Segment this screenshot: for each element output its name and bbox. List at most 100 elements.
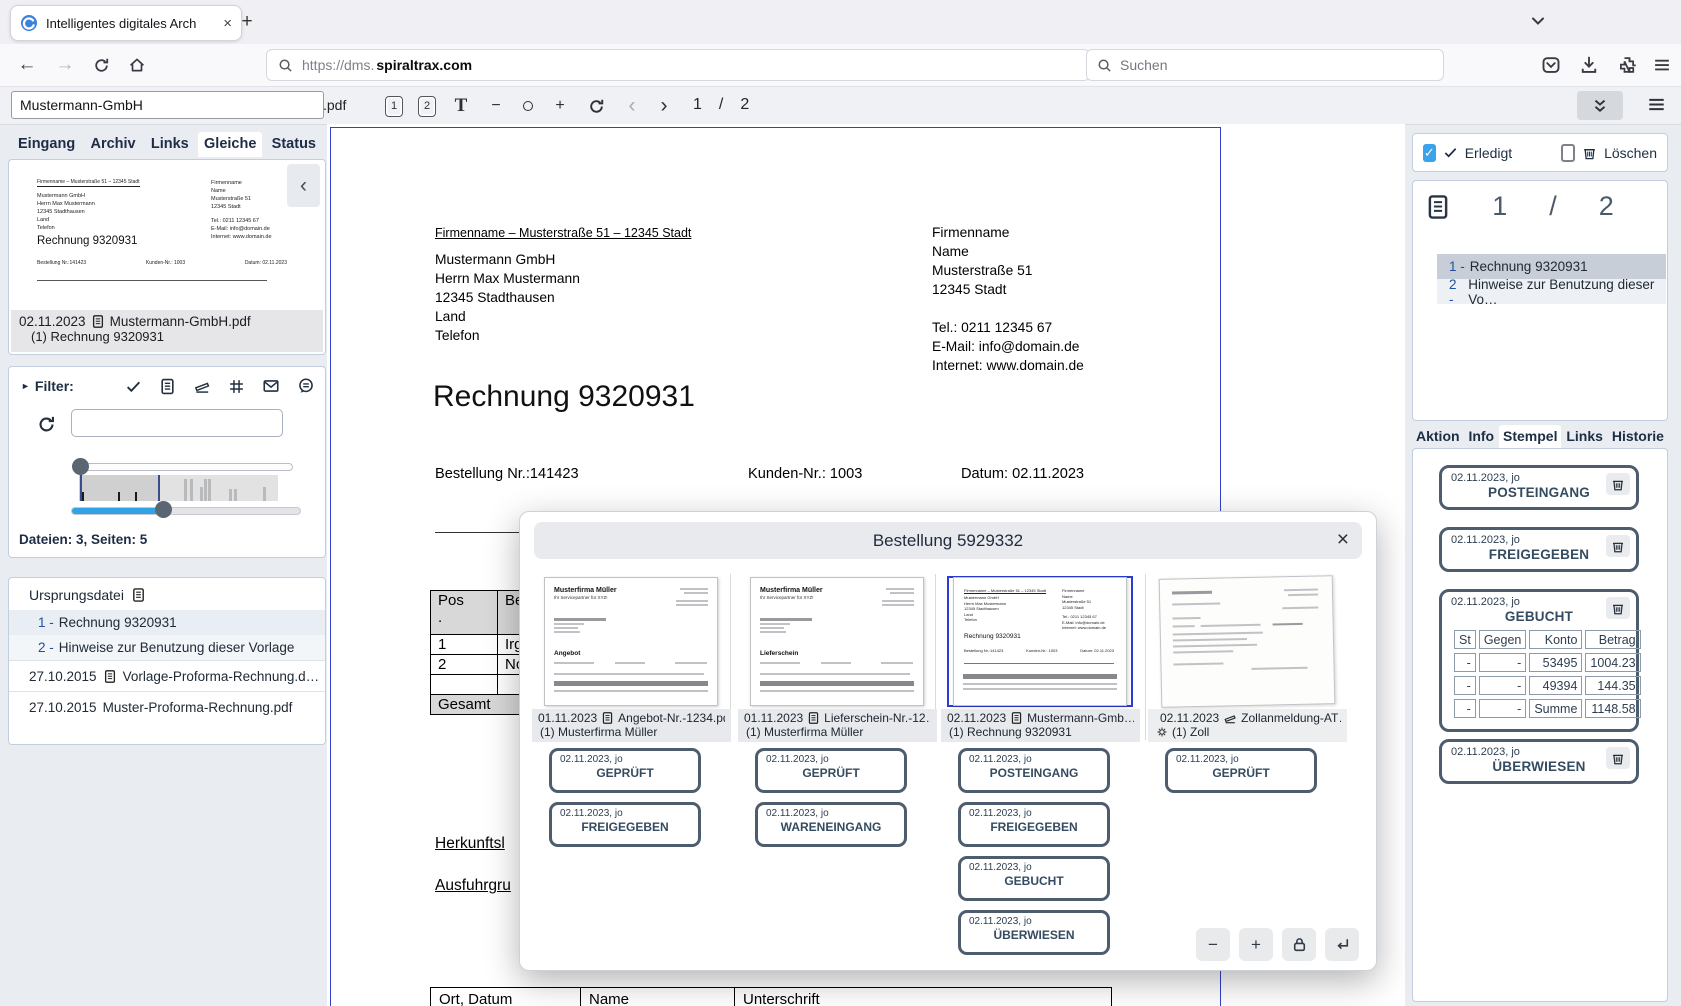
text-tool-button[interactable]: T — [448, 93, 474, 119]
tab-archiv[interactable]: Archiv — [84, 132, 141, 157]
page-item-2[interactable]: 2 - Hinweise zur Benutzung dieser Vo… — [1437, 279, 1666, 304]
tab-historie[interactable]: Historie — [1608, 425, 1668, 448]
stamp-gebucht[interactable]: 02.11.2023, jo GEBUCHT — [958, 856, 1110, 901]
lock-button[interactable] — [1282, 928, 1316, 961]
stamp-geprueft[interactable]: 02.11.2023, jo GEPRÜFT — [755, 748, 907, 793]
zoom-slider-track[interactable] — [71, 507, 301, 515]
stamp-geprueft[interactable]: 02.11.2023, jo GEPRÜFT — [1165, 748, 1317, 793]
doc-caption: 02.11.2023 Mustermann-Gmb… (1) Rechnung … — [941, 709, 1140, 742]
range-slider-handle-start[interactable] — [72, 458, 89, 475]
zoom-slider-handle[interactable] — [155, 501, 172, 518]
pocket-icon[interactable] — [1541, 55, 1561, 75]
modal-zoom-controls: − + — [1196, 928, 1359, 961]
browser-tab[interactable]: Intelligentes digitales Arch × — [10, 5, 242, 41]
toolbar-menu-icon[interactable] — [1646, 94, 1667, 115]
source-file-panel: Ursprungsdatei 1 - Rechnung 9320931 2 - … — [8, 577, 326, 745]
delete-label: Löschen — [1604, 145, 1657, 161]
file-list-item-selected[interactable]: 02.11.2023 Mustermann-GmbH.pdf (1) Rechn… — [11, 310, 323, 352]
filter-mail-icon[interactable] — [262, 377, 280, 395]
related-file-item[interactable]: 27.10.2015 Vorlage-Proforma-Rechnung.d… — [9, 660, 325, 691]
reload-button[interactable] — [86, 50, 116, 80]
source-page-item-2[interactable]: 2 - Hinweise zur Benutzung dieser Vorlag… — [9, 635, 325, 660]
delete-stamp-button[interactable] — [1606, 473, 1630, 495]
collapse-toolbar-button[interactable] — [1577, 91, 1623, 120]
zoom-in-button[interactable]: + — [547, 93, 573, 119]
tab-links[interactable]: Links — [145, 132, 195, 157]
tab-links[interactable]: Links — [1562, 425, 1607, 448]
stamp-freigegeben[interactable]: 02.11.2023, jo FREIGEGEBEN — [958, 802, 1110, 847]
forward-button[interactable]: → — [50, 50, 80, 80]
stamp-wareneingang[interactable]: 02.11.2023, jo WARENEINGANG — [755, 802, 907, 847]
tab-status[interactable]: Status — [266, 132, 322, 157]
doc-thumbnail[interactable] — [1154, 576, 1340, 707]
tab-eingang[interactable]: Eingang — [12, 132, 81, 157]
home-button[interactable] — [122, 50, 152, 80]
done-checkbox[interactable]: ✓ — [1423, 144, 1436, 162]
filter-document-icon[interactable] — [159, 378, 176, 395]
zoom-in-button[interactable]: + — [1239, 928, 1273, 961]
stamp-freigegeben[interactable]: 02.11.2023, jo FREIGEGEBEN — [1439, 527, 1639, 572]
stamp-gebucht[interactable]: 02.11.2023, jo GEBUCHT St Gegen Konto Be… — [1439, 589, 1639, 732]
list-tabs-chevron-icon[interactable] — [1528, 11, 1548, 31]
source-file-title: Ursprungsdatei — [29, 587, 124, 603]
doc-recipient-block: Mustermann GmbHHerrn Max Mustermann12345… — [435, 250, 580, 345]
zoom-reset-button[interactable] — [515, 93, 541, 119]
filter-text-input[interactable] — [71, 409, 283, 437]
stamp-ueberwiesen[interactable]: 02.11.2023, jo ÜBERWIESEN — [1439, 739, 1639, 784]
doc-caption: 02.11.2023 Zollanmeldung-AT… (1) Zoll — [1148, 709, 1347, 742]
zoom-out-button[interactable]: − — [483, 93, 509, 119]
doc-thumbnail[interactable]: Musterfirma Müller Ihr Servicepartner fü… — [744, 576, 930, 707]
close-tab-icon[interactable]: × — [223, 15, 232, 32]
delete-stamp-button[interactable] — [1606, 535, 1630, 557]
delete-stamp-button[interactable] — [1606, 597, 1630, 619]
search-box[interactable]: Suchen — [1086, 49, 1444, 81]
doc-signature-table: Ort, DatumNameUnterschrift — [430, 987, 1112, 1006]
delete-checkbox[interactable] — [1561, 144, 1575, 162]
back-button[interactable]: ← — [12, 50, 42, 80]
menu-hamburger-icon[interactable] — [1652, 55, 1672, 75]
prev-page-button[interactable]: ‹ — [619, 93, 645, 119]
timeline-histogram[interactable] — [79, 475, 278, 501]
source-page-item-1[interactable]: 1 - Rechnung 9320931 — [9, 610, 325, 635]
left-sidebar-tabs: Eingang Archiv Links Gleiche Status — [8, 132, 326, 157]
filter-label[interactable]: ►Filter: — [21, 378, 74, 394]
new-tab-button[interactable]: + — [234, 9, 260, 35]
related-file-item[interactable]: 27.10.2015 Muster-Proforma-Rechnung.pdf — [9, 691, 325, 722]
filename-input[interactable] — [11, 91, 324, 119]
refresh-icon[interactable] — [37, 415, 56, 434]
stamp-posteingang[interactable]: 02.11.2023, jo POSTEINGANG — [1439, 465, 1639, 510]
modal-close-icon[interactable]: × — [1337, 528, 1349, 552]
stamp-posteingang[interactable]: 02.11.2023, jo POSTEINGANG — [958, 748, 1110, 793]
view-page-2-button[interactable]: 2 — [414, 93, 440, 119]
page-item-1[interactable]: 1 - Rechnung 9320931 — [1437, 254, 1666, 279]
tab-aktion[interactable]: Aktion — [1412, 425, 1464, 448]
delete-stamp-button[interactable] — [1606, 747, 1630, 769]
doc-title: Rechnung 9320931 — [433, 380, 695, 414]
tab-info[interactable]: Info — [1464, 425, 1498, 448]
document-thumbnail[interactable]: Firmenname – Musterstraße 51 – 12345 Sta… — [11, 162, 323, 310]
stamp-freigegeben[interactable]: 02.11.2023, jo FREIGEGEBEN — [549, 802, 701, 847]
extensions-puzzle-icon[interactable] — [1617, 55, 1637, 75]
detach-window-button[interactable] — [1325, 928, 1359, 961]
view-page-1-button[interactable]: 1 — [381, 93, 407, 119]
filter-grid-icon[interactable] — [228, 378, 245, 395]
tab-stempel[interactable]: Stempel — [1499, 425, 1561, 448]
filter-scanner-icon[interactable] — [193, 377, 211, 395]
doc-thumbnail[interactable]: Musterfirma Müller Ihr Servicepartner fü… — [538, 576, 724, 707]
next-page-button[interactable]: › — [651, 93, 677, 119]
tab-gleiche[interactable]: Gleiche — [198, 132, 262, 157]
stamp-geprueft[interactable]: 02.11.2023, jo GEPRÜFT — [549, 748, 701, 793]
download-icon[interactable] — [1579, 55, 1599, 75]
search-icon — [278, 58, 293, 73]
url-bar[interactable]: https://dms.spiraltrax.com — [266, 49, 1090, 81]
zoom-out-button[interactable]: − — [1196, 928, 1230, 961]
filter-check-icon[interactable] — [125, 378, 142, 395]
doc-thumbnail-selected[interactable]: Firmenname – Musterstraße 51 – 12345 Sta… — [947, 576, 1133, 707]
range-slider-track[interactable] — [79, 463, 293, 471]
site-logo-icon — [20, 14, 38, 32]
rotate-icon[interactable] — [583, 93, 609, 119]
stamp-ueberwiesen[interactable]: 02.11.2023, jo ÜBERWIESEN — [958, 910, 1110, 955]
filter-comment-icon[interactable] — [297, 377, 315, 395]
file-subtitle: (1) Rechnung 9320931 — [31, 329, 315, 344]
collapse-sidebar-button[interactable]: ‹ — [287, 164, 320, 207]
